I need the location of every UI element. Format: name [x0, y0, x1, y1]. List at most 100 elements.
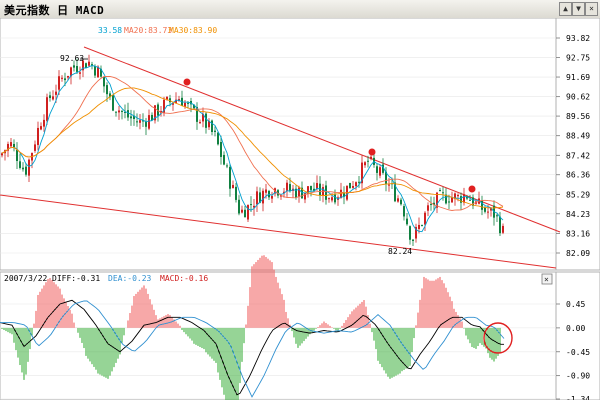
candle-body [52, 96, 54, 100]
candle-body [85, 63, 87, 68]
candle-body [424, 212, 426, 225]
candle-body [247, 205, 249, 220]
swing-high-marker [368, 148, 376, 156]
window-title: 美元指数 日 MACD [4, 4, 105, 17]
candle-body [412, 239, 414, 241]
price-tick-label: 91.69 [566, 73, 590, 82]
candle-body [49, 95, 51, 99]
legend-ma5: 33.58 [98, 26, 122, 35]
candle-body [502, 225, 504, 233]
candle-body [13, 143, 15, 148]
scroll-up-button[interactable]: ▲ [559, 2, 572, 16]
candle-body [43, 119, 45, 127]
candle-body [127, 110, 129, 118]
price-tick-label: 86.36 [566, 171, 590, 180]
price-tick-label: 92.75 [566, 54, 590, 63]
macd-date: 2007/3/22 [4, 274, 48, 283]
candle-body [271, 195, 273, 199]
scroll-down-button[interactable]: ▼ [572, 2, 585, 16]
candle-body [220, 142, 222, 157]
candle-body [121, 110, 123, 112]
candle-body [88, 61, 90, 66]
candle-body [256, 191, 258, 205]
close-button[interactable]: × [585, 2, 598, 16]
macd-close-icon[interactable]: × [544, 275, 549, 284]
title-bar: 美元指数 日 MACD ▲ ▼ × [0, 0, 600, 19]
legend-ma20: MA20:83.73 [124, 26, 172, 35]
candle-body [262, 190, 264, 204]
price-tick-label: 82.09 [566, 249, 590, 258]
price-tick-label: 88.49 [566, 132, 590, 141]
candle-body [355, 182, 357, 187]
chart-window: 美元指数 日 MACD ▲ ▼ × 33.58 MA20:83.73 MA30:… [0, 0, 600, 400]
candle-body [484, 207, 486, 212]
legend-ma30: MA30:83.90 [169, 26, 217, 35]
candle-body [211, 120, 213, 133]
candle-body [499, 216, 501, 234]
candle-body [427, 205, 429, 211]
candle-body [148, 115, 150, 129]
candle-body [112, 95, 114, 111]
candle-body [40, 126, 42, 130]
candle-body [388, 184, 390, 186]
candle-body [37, 127, 39, 145]
candle-body [55, 91, 57, 95]
candle-body [241, 209, 243, 213]
candle-body [115, 111, 117, 113]
candle-body [22, 167, 24, 170]
candle-body [439, 190, 441, 192]
candle-body [106, 85, 108, 95]
candle-body [430, 203, 432, 205]
candle-body [235, 186, 237, 200]
candle-body [496, 215, 498, 217]
candle-body [94, 66, 96, 76]
macd-tick-label: 0.45 [566, 300, 585, 309]
candle-body [409, 226, 411, 240]
candle-body [376, 166, 378, 173]
candle-body [289, 184, 291, 191]
macd-tick-label: -1.34 [566, 395, 590, 400]
candle-body [331, 197, 333, 201]
candle-body [67, 75, 69, 78]
price-tick-label: 85.29 [566, 190, 590, 199]
candle-body [310, 185, 312, 190]
candle-body [286, 182, 288, 191]
candle-body [487, 211, 489, 213]
macd-dea-label: DEA:-0.23 [108, 274, 152, 283]
candle-body [397, 198, 399, 202]
candle-body [199, 122, 201, 124]
candle-body [76, 66, 78, 72]
candle-body [223, 154, 225, 165]
price-tick-label: 93.82 [566, 34, 590, 43]
candle-body [403, 206, 405, 217]
candle-body [19, 161, 21, 168]
chart-area[interactable]: 33.58 MA20:83.73 MA30:83.90 92.63 82.24 … [0, 18, 600, 400]
candle-body [61, 77, 63, 79]
candle-body [205, 113, 207, 128]
candle-body [130, 116, 132, 119]
candle-body [304, 192, 306, 200]
candle-body [226, 165, 228, 167]
candle-body [349, 182, 351, 189]
candle-body [64, 78, 66, 81]
low-label: 82.24 [388, 247, 412, 256]
price-tick-label: 90.62 [566, 93, 590, 102]
candle-body [229, 166, 231, 189]
macd-tick-label: 0.00 [566, 324, 585, 333]
candle-body [352, 185, 354, 188]
macd-diff-label: DIFF:-0.31 [52, 274, 100, 283]
candle-body [298, 187, 300, 197]
candle-body [232, 184, 234, 189]
candle-body [325, 185, 327, 200]
candle-body [469, 199, 471, 201]
candle-body [421, 225, 423, 227]
macd-tick-label: -0.90 [566, 372, 590, 381]
candle-body [442, 192, 444, 194]
candle-body [187, 102, 189, 104]
candle-body [103, 77, 105, 87]
candle-body [34, 144, 36, 151]
macd-axis-frame [555, 271, 600, 400]
candle-body [400, 199, 402, 205]
candle-body [58, 76, 60, 90]
candle-body [328, 198, 330, 200]
